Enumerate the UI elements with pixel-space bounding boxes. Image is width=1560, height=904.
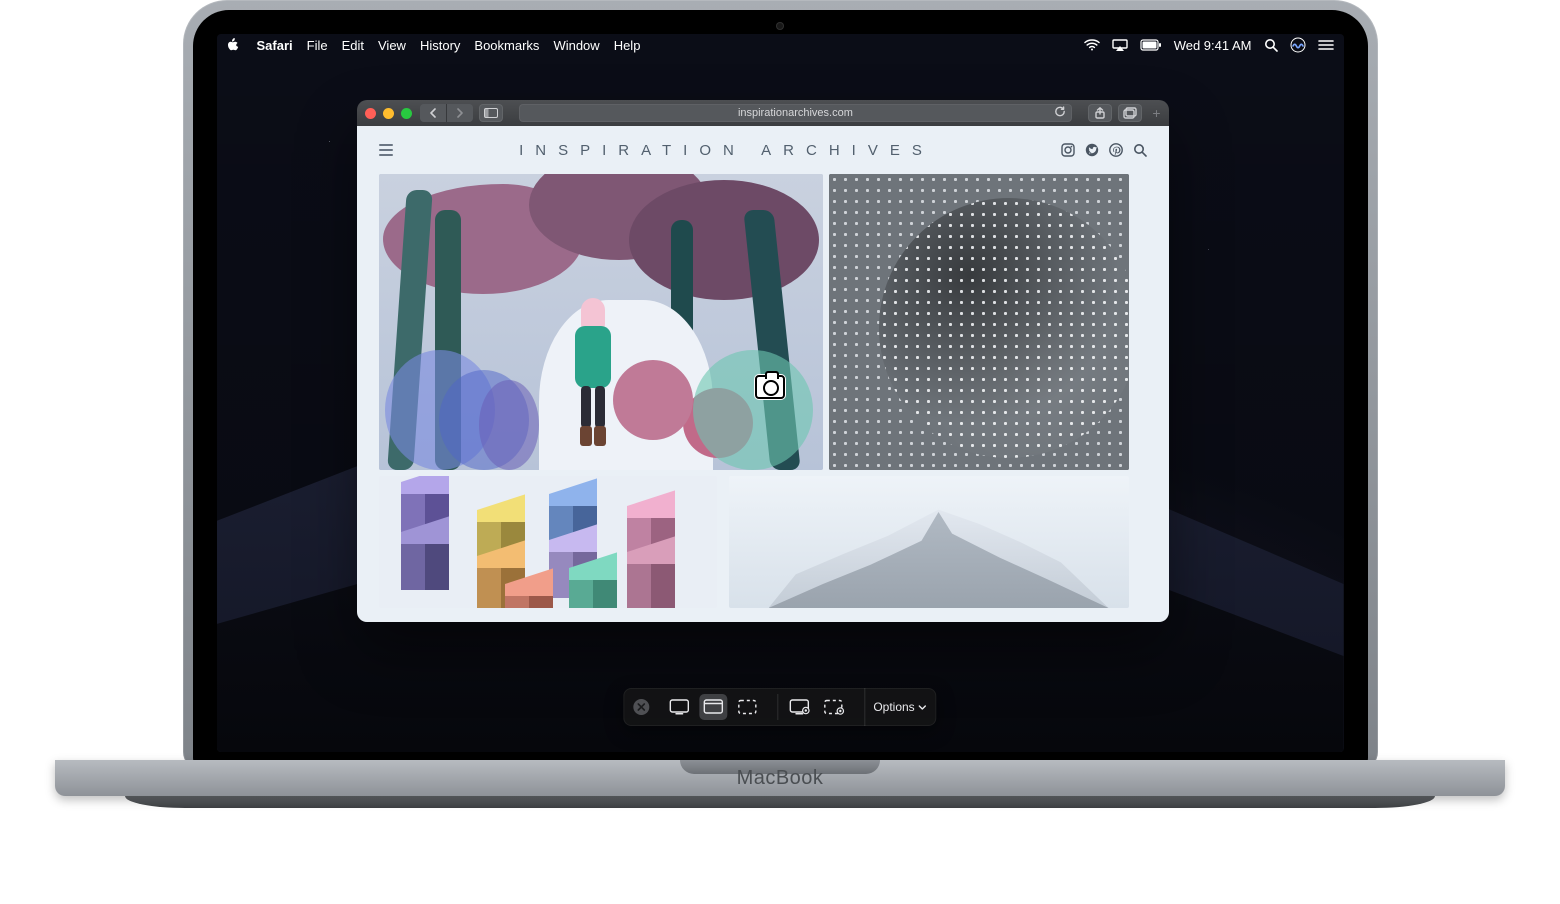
show-tabs-button[interactable] xyxy=(1118,104,1142,122)
battery-icon[interactable] xyxy=(1140,39,1162,51)
laptop-bezel: Safari File Edit View History Bookmarks … xyxy=(193,10,1368,770)
menu-file[interactable]: File xyxy=(307,38,328,53)
new-tab-button[interactable]: + xyxy=(1152,105,1160,121)
menubar-app-name[interactable]: Safari xyxy=(257,38,293,53)
back-button[interactable] xyxy=(420,104,446,122)
airplay-icon[interactable] xyxy=(1112,39,1128,51)
laptop-camera xyxy=(776,22,784,30)
notification-center-icon[interactable] xyxy=(1318,39,1334,51)
capture-entire-screen-button[interactable] xyxy=(665,694,693,720)
siri-icon[interactable] xyxy=(1290,37,1306,53)
hamburger-menu-icon[interactable] xyxy=(379,144,393,156)
record-selection-button[interactable] xyxy=(820,694,848,720)
laptop: Safari File Edit View History Bookmarks … xyxy=(55,0,1505,840)
site-title: INSPIRATION ARCHIVES xyxy=(393,142,1061,159)
record-entire-screen-button[interactable] xyxy=(786,694,814,720)
share-button[interactable] xyxy=(1088,104,1112,122)
wifi-icon[interactable] xyxy=(1084,39,1100,51)
capture-window-button[interactable] xyxy=(699,694,727,720)
address-bar-url: inspirationarchives.com xyxy=(738,107,853,119)
menubar: Safari File Edit View History Bookmarks … xyxy=(217,34,1344,56)
address-bar[interactable]: inspirationarchives.com xyxy=(519,104,1073,122)
menubar-clock[interactable]: Wed 9:41 AM xyxy=(1174,38,1252,53)
screenshot-toolbar: Options xyxy=(623,688,936,726)
menu-bookmarks[interactable]: Bookmarks xyxy=(474,38,539,53)
screenshot-camera-cursor-icon xyxy=(755,375,785,399)
window-close-button[interactable] xyxy=(365,108,376,119)
laptop-screen: Safari File Edit View History Bookmarks … xyxy=(217,34,1344,752)
capture-selection-button[interactable] xyxy=(733,694,761,720)
sidebar-button[interactable] xyxy=(479,104,503,122)
pinterest-icon[interactable] xyxy=(1109,143,1123,157)
window-controls xyxy=(365,108,412,119)
laptop-label: MacBook xyxy=(55,767,1505,790)
menu-edit[interactable]: Edit xyxy=(342,38,364,53)
gallery-tile-sphere[interactable] xyxy=(829,174,1129,470)
chevron-down-icon xyxy=(919,705,927,711)
twitter-icon[interactable] xyxy=(1085,143,1099,157)
window-minimize-button[interactable] xyxy=(383,108,394,119)
safari-toolbar: inspirationarchives.com + xyxy=(357,100,1169,126)
reload-button[interactable] xyxy=(1054,106,1066,121)
forward-button[interactable] xyxy=(446,104,473,122)
gallery-tile-illustration[interactable] xyxy=(379,174,823,470)
spotlight-icon[interactable] xyxy=(1264,38,1278,52)
menu-window[interactable]: Window xyxy=(553,38,599,53)
window-zoom-button[interactable] xyxy=(401,108,412,119)
figure-person xyxy=(571,298,615,448)
menu-view[interactable]: View xyxy=(378,38,406,53)
apple-menu-icon[interactable] xyxy=(227,38,239,52)
menu-history[interactable]: History xyxy=(420,38,460,53)
screenshot-options-button[interactable]: Options xyxy=(864,688,926,726)
instagram-icon[interactable] xyxy=(1061,143,1075,157)
site-header: INSPIRATION ARCHIVES xyxy=(357,126,1169,174)
gallery-tile-cubes[interactable] xyxy=(379,476,717,608)
laptop-base: MacBook xyxy=(55,760,1505,820)
gallery-tile-mountain[interactable] xyxy=(729,476,1129,608)
screenshot-close-button[interactable] xyxy=(633,699,649,715)
laptop-lid: Safari File Edit View History Bookmarks … xyxy=(183,0,1378,770)
screenshot-options-label: Options xyxy=(873,700,914,714)
search-icon[interactable] xyxy=(1133,143,1147,157)
webpage: INSPIRATION ARCHIVES xyxy=(357,126,1169,622)
menu-help[interactable]: Help xyxy=(614,38,641,53)
safari-window: inspirationarchives.com + xyxy=(357,100,1169,622)
